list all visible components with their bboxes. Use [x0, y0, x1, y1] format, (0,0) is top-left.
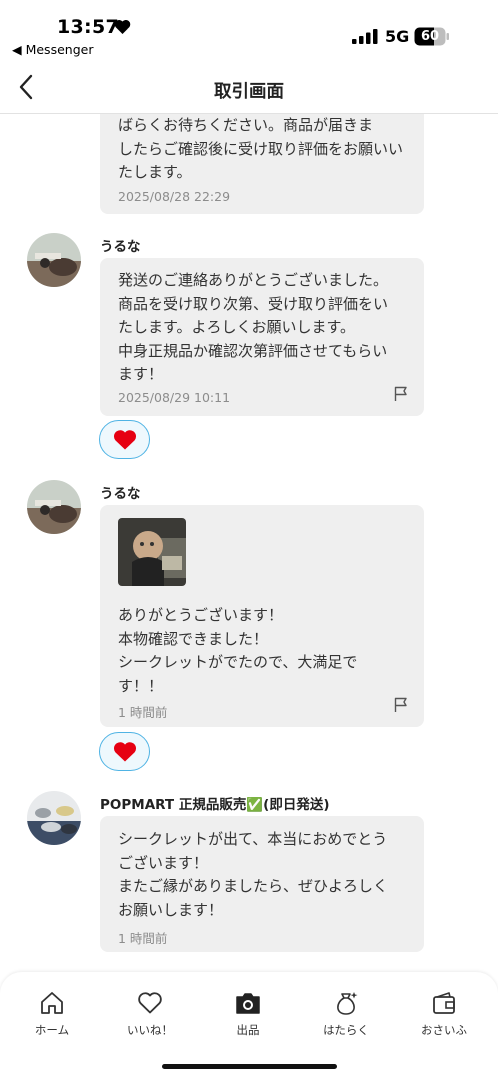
report-flag-icon[interactable] — [394, 697, 408, 713]
tab-label: はたらく — [323, 1023, 369, 1037]
bottom-tab-bar: ホーム いいね！ 出品 はたらく おさいふ — [0, 972, 498, 1080]
signal-icon — [352, 29, 378, 44]
back-to-messenger[interactable]: ◀ Messenger — [12, 42, 93, 57]
tab-label: 出品 — [236, 1023, 260, 1037]
home-indicator[interactable] — [162, 1064, 337, 1069]
battery-icon: 60 — [414, 27, 450, 46]
battery-level: 60 — [420, 29, 440, 44]
heart-icon — [113, 430, 137, 450]
message-text: 発送のご連絡ありがとうございました。 商品を受け取り次第、受け取り評価をい たし… — [118, 271, 389, 383]
avatar[interactable] — [27, 233, 81, 287]
message-text: ありがとうございます！ 本物確認できました！ シークレットがでたので、大満足で … — [118, 606, 358, 695]
avatar[interactable] — [27, 791, 81, 845]
tab-wallet[interactable]: おさいふ — [404, 990, 484, 1046]
sender-name: POPMART 正規品販売✅(即日発送) — [100, 797, 330, 813]
camera-icon — [236, 993, 260, 1014]
report-flag-icon[interactable] — [394, 386, 408, 402]
wallet-icon — [433, 992, 455, 1014]
tab-likes[interactable]: いいね！ — [110, 990, 190, 1046]
tab-sell[interactable]: 出品 — [208, 990, 288, 1046]
status-time: 13:57 — [57, 16, 119, 38]
home-icon — [41, 992, 63, 1014]
message-timestamp: 1 時間前 — [118, 931, 168, 946]
message-bubble: 発送のご連絡ありがとうございました。 商品を受け取り次第、受け取り評価をい たし… — [100, 258, 424, 416]
heart-outline-icon — [138, 992, 162, 1014]
network-type: 5G — [385, 27, 410, 46]
status-bar: 13:57 ◀ Messenger 5G 60 — [0, 0, 498, 62]
sender-name: うるな — [100, 239, 141, 255]
message-bubble: ありがとうございます！ 本物確認できました！ シークレットがでたので、大満足で … — [100, 505, 424, 727]
tab-label: いいね！ — [127, 1023, 173, 1037]
message-timestamp: 2025/08/28 22:29 — [118, 189, 231, 204]
message-bubble: ばらくお待ちください。商品が届きま したらご確認後に受け取り評価をお願いい たし… — [100, 114, 424, 214]
avatar[interactable] — [27, 480, 81, 534]
message-bubble: シークレットが出て、本当におめでとう ございます！ またご縁がありましたら、ぜひ… — [100, 816, 424, 952]
message-text: ばらくお待ちください。商品が届きま したらご確認後に受け取り評価をお願いい たし… — [118, 116, 404, 181]
message-text: シークレットが出て、本当におめでとう ございます！ またご縁がありましたら、ぜひ… — [118, 830, 389, 919]
tab-label: おさいふ — [421, 1023, 467, 1037]
heart-reaction[interactable] — [99, 732, 150, 771]
tab-work[interactable]: はたらく — [306, 990, 386, 1046]
heart-status-icon — [114, 19, 131, 34]
message-timestamp: 2025/08/29 10:11 — [118, 390, 231, 405]
tab-home[interactable]: ホーム — [12, 990, 92, 1046]
header: 取引画面 — [0, 62, 498, 114]
message-timestamp: 1 時間前 — [118, 705, 168, 720]
chat-thread[interactable]: ばらくお待ちください。商品が届きま したらご確認後に受け取り評価をお願いい たし… — [0, 114, 498, 972]
sender-name: うるな — [100, 486, 141, 502]
tab-label: ホーム — [34, 1023, 70, 1037]
attached-photo[interactable] — [118, 518, 186, 586]
heart-reaction[interactable] — [99, 420, 150, 459]
heart-icon — [113, 742, 137, 762]
page-title: 取引画面 — [214, 82, 284, 102]
money-bag-icon — [337, 992, 358, 1015]
